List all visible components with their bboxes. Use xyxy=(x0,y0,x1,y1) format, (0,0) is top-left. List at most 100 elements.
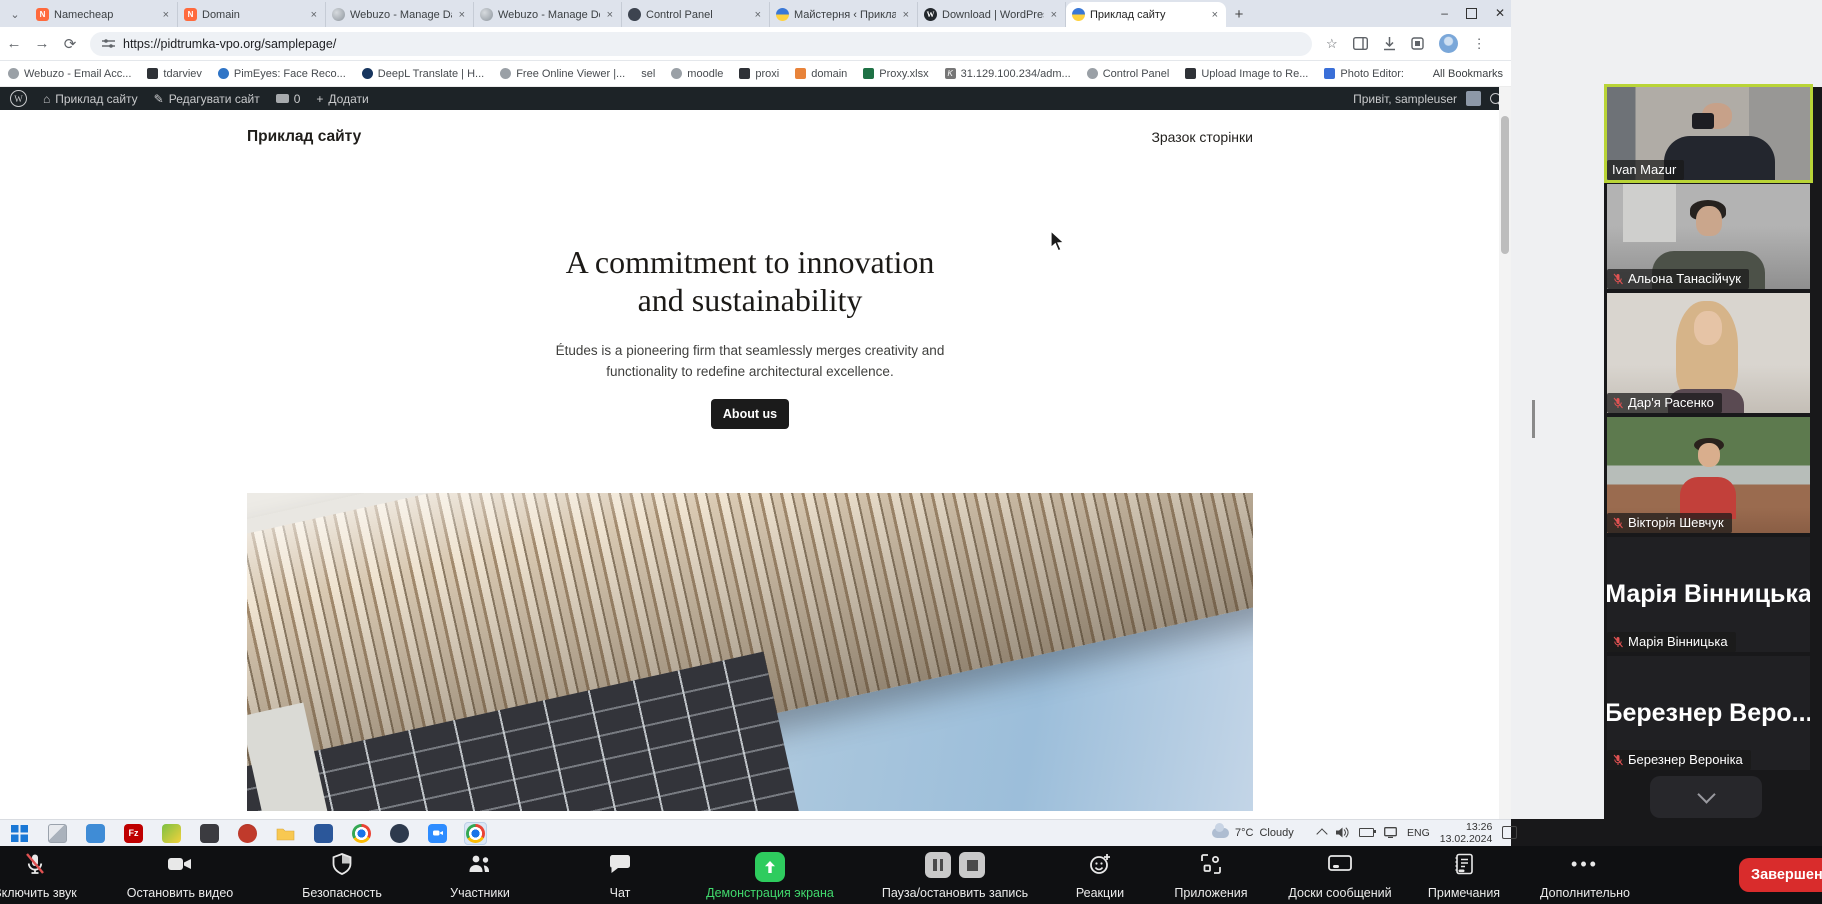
tab-maisternia[interactable]: Майстерня ‹ Приклад са × xyxy=(770,2,918,27)
file-explorer-icon[interactable] xyxy=(274,822,297,845)
site-settings-icon[interactable] xyxy=(102,38,115,49)
media-app-icon[interactable] xyxy=(388,822,411,845)
chrome-active-icon[interactable] xyxy=(464,822,487,845)
wp-new-content[interactable]: +Додати xyxy=(316,92,368,106)
volume-icon[interactable] xyxy=(1336,827,1349,838)
more-button[interactable]: ••• Дополнительно xyxy=(1530,852,1640,900)
bookmark-item[interactable]: Photo Editor: xyxy=(1324,68,1404,80)
chat-button[interactable]: Чат xyxy=(575,852,665,900)
system-app-icon[interactable] xyxy=(84,822,107,845)
editor-app-icon[interactable] xyxy=(198,822,221,845)
end-meeting-button[interactable]: Завершен xyxy=(1739,858,1822,892)
reactions-button[interactable]: Реакции xyxy=(1040,852,1160,900)
share-screen-button[interactable]: Демонстрация экрана xyxy=(690,852,850,900)
site-title-link[interactable]: Приклад сайту xyxy=(247,128,361,146)
tab-close-icon[interactable]: × xyxy=(457,9,467,21)
bookmark-item[interactable]: Proxy.xlsx xyxy=(863,68,928,80)
security-button[interactable]: Безопасность xyxy=(270,852,414,900)
bookmark-item[interactable]: proxi xyxy=(739,68,779,80)
tab-wordpress-download[interactable]: W Download | WordPress.o × xyxy=(918,2,1066,27)
panel-resize-handle[interactable] xyxy=(1532,400,1535,438)
bookmark-item[interactable]: sel xyxy=(641,68,655,80)
stop-recording-icon[interactable] xyxy=(959,852,985,878)
participant-tile-daria[interactable]: Дар'я Расенко xyxy=(1607,293,1810,413)
download-icon[interactable] xyxy=(1383,37,1396,51)
notifications-icon[interactable] xyxy=(1502,826,1517,839)
tab-close-icon[interactable]: × xyxy=(753,9,763,21)
address-bar[interactable]: https://pidtrumka-vpo.org/samplepage/ xyxy=(90,32,1312,56)
bookmark-item[interactable]: Webuzo - Email Acc... xyxy=(8,68,131,80)
tab-sample-site-active[interactable]: Приклад сайту × xyxy=(1066,2,1226,27)
wp-logo-menu[interactable]: W xyxy=(10,90,27,107)
tab-webuzo-domains[interactable]: Webuzo - Manage Doma × xyxy=(474,2,622,27)
filezilla-icon[interactable]: Fz xyxy=(122,822,145,845)
record-controls[interactable]: Пауза/остановить запись xyxy=(860,852,1050,900)
taskbar-clock[interactable]: 13:26 13.02.2024 xyxy=(1440,821,1493,845)
maximize-button[interactable] xyxy=(1466,8,1477,19)
photos-app-icon[interactable] xyxy=(160,822,183,845)
tab-close-icon[interactable]: × xyxy=(309,9,319,21)
bookmark-item[interactable]: Upload Image to Re... xyxy=(1185,68,1308,80)
wp-user-avatar[interactable] xyxy=(1466,91,1481,106)
bookmark-star-icon[interactable]: ☆ xyxy=(1326,36,1338,52)
bookmark-item[interactable]: tdarviev xyxy=(147,68,202,80)
battery-icon[interactable] xyxy=(1359,828,1374,837)
wp-edit-site[interactable]: ✎Редагувати сайт xyxy=(154,92,260,106)
whiteboards-button[interactable]: Доски сообщений xyxy=(1272,852,1408,900)
tab-search-chevron-icon[interactable]: ⌄ xyxy=(0,1,30,27)
start-button[interactable] xyxy=(8,822,31,845)
wp-user-greeting[interactable]: Привіт, sampleuser xyxy=(1353,92,1457,106)
office-app-icon[interactable] xyxy=(312,822,335,845)
page-scrollbar-thumb[interactable] xyxy=(1501,116,1509,254)
task-view-icon[interactable] xyxy=(46,822,69,845)
profile-avatar[interactable] xyxy=(1439,34,1458,53)
nav-link-sample-page[interactable]: Зразок сторінки xyxy=(1151,129,1253,145)
apps-button[interactable]: Приложения xyxy=(1148,852,1274,900)
tab-close-icon[interactable]: × xyxy=(901,9,911,21)
participant-tile-maria[interactable]: Марія Вінницька Марія Вінницька xyxy=(1607,537,1810,652)
tray-chevron-icon[interactable] xyxy=(1316,828,1327,839)
tab-webuzo-databases[interactable]: Webuzo - Manage Datab × xyxy=(326,2,474,27)
bookmark-item[interactable]: Control Panel xyxy=(1087,68,1170,80)
bookmark-item[interactable]: Free Online Viewer |... xyxy=(500,68,625,80)
berry-app-icon[interactable] xyxy=(236,822,259,845)
participant-tile-alona[interactable]: Альона Танасійчук xyxy=(1607,184,1810,289)
wp-site-menu[interactable]: ⌂Приклад сайту xyxy=(43,92,138,106)
all-bookmarks-button[interactable]: All Bookmarks xyxy=(1433,68,1503,80)
url-text[interactable]: https://pidtrumka-vpo.org/samplepage/ xyxy=(123,37,336,51)
notes-button[interactable]: Примечания xyxy=(1408,852,1520,900)
participant-tile-ivan[interactable]: Ivan Mazur xyxy=(1607,87,1810,180)
new-tab-button[interactable]: + xyxy=(1226,2,1252,27)
panel-collapse-button[interactable] xyxy=(1650,776,1762,818)
extensions-icon[interactable] xyxy=(1411,37,1424,50)
minimize-button[interactable]: – xyxy=(1441,6,1448,20)
close-button[interactable]: ✕ xyxy=(1495,6,1505,20)
side-panel-icon[interactable] xyxy=(1353,37,1368,50)
chrome-menu-icon[interactable]: ⋮ xyxy=(1473,36,1486,52)
zoom-app-icon[interactable] xyxy=(426,822,449,845)
back-icon[interactable]: ← xyxy=(0,35,28,52)
bookmark-item[interactable]: PimEyes: Face Reco... xyxy=(218,68,346,80)
reload-icon[interactable]: ⟳ xyxy=(56,35,84,53)
language-indicator[interactable]: ENG xyxy=(1407,827,1430,839)
taskbar-weather[interactable]: 7°C Cloudy xyxy=(1212,819,1294,846)
participant-tile-berezner[interactable]: Березнер Веро... Березнер Вероніка xyxy=(1607,656,1810,770)
tab-namecheap[interactable]: N Namecheap × xyxy=(30,2,178,27)
tab-close-icon[interactable]: × xyxy=(1210,9,1220,21)
participants-button[interactable]: Участники xyxy=(405,852,555,900)
tab-domain[interactable]: N Domain × xyxy=(178,2,326,27)
wp-comments[interactable]: 0 xyxy=(276,92,301,106)
bookmark-item[interactable]: K31.129.100.234/adm... xyxy=(945,68,1071,80)
bookmark-item[interactable]: moodle xyxy=(671,68,723,80)
forward-icon[interactable]: → xyxy=(28,35,56,52)
pause-recording-icon[interactable] xyxy=(925,852,951,878)
bookmark-item[interactable]: DeepL Translate | H... xyxy=(362,68,484,80)
bookmark-item[interactable]: domain xyxy=(795,68,847,80)
participant-tile-viktoria[interactable]: Вікторія Шевчук xyxy=(1607,417,1810,533)
about-us-button[interactable]: About us xyxy=(711,399,789,429)
tab-close-icon[interactable]: × xyxy=(161,9,171,21)
stop-video-button[interactable]: Остановить видео xyxy=(100,852,260,900)
chrome-icon[interactable] xyxy=(350,822,373,845)
network-icon[interactable] xyxy=(1384,827,1397,838)
tab-control-panel[interactable]: Control Panel × xyxy=(622,2,770,27)
